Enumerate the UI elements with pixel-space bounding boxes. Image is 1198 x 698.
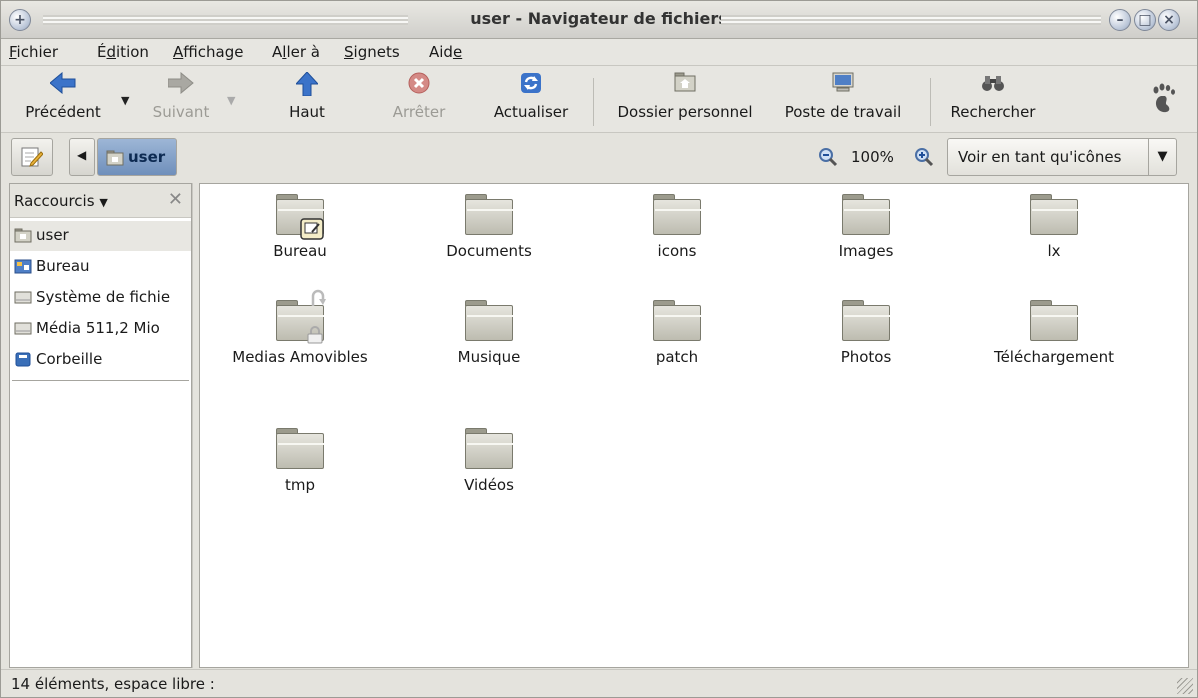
drive-icon bbox=[14, 322, 32, 335]
stop-button[interactable]: Arrêter bbox=[381, 72, 457, 130]
sidebar-item-media[interactable]: Média 511,2 Mio bbox=[10, 314, 191, 344]
menu-edition[interactable]: Édition bbox=[97, 43, 149, 61]
reload-button[interactable]: Actualiser bbox=[484, 72, 578, 130]
sidebar-item-user[interactable]: user bbox=[10, 221, 191, 251]
location-bar: ◀ user 100% Voir en tant qu'icônes ▼ bbox=[1, 133, 1197, 181]
sidebar: Raccourcis ▼ ✕ user Bureau Système de fi… bbox=[9, 183, 192, 668]
folder-icon bbox=[276, 428, 324, 469]
folder-item[interactable]: Vidéos bbox=[399, 422, 579, 522]
forward-button[interactable]: Suivant bbox=[143, 71, 219, 130]
computer-icon bbox=[767, 72, 919, 100]
menu-fichier[interactable]: Fichier bbox=[9, 43, 58, 61]
menu-aller-a[interactable]: Aller à bbox=[272, 43, 320, 61]
home-folder-icon bbox=[106, 150, 124, 166]
home-folder-icon bbox=[605, 72, 765, 100]
folder-icon bbox=[842, 194, 890, 235]
resize-grip-icon[interactable] bbox=[1177, 678, 1193, 694]
up-button[interactable]: Haut bbox=[275, 71, 339, 130]
pane-splitter[interactable] bbox=[192, 183, 199, 668]
sidebar-header: Raccourcis ▼ ✕ bbox=[10, 184, 191, 218]
status-bar: 14 éléments, espace libre : bbox=[1, 669, 1197, 697]
back-arrow-icon bbox=[15, 71, 111, 100]
folder-item[interactable]: tmp bbox=[210, 422, 390, 522]
folder-item[interactable]: Bureau bbox=[210, 188, 390, 288]
desktop-emblem-icon bbox=[300, 218, 324, 240]
forward-history-dropdown[interactable]: ▼ bbox=[227, 94, 235, 107]
chevron-left-icon: ◀ bbox=[77, 148, 87, 162]
folder-icon bbox=[653, 194, 701, 235]
trash-icon bbox=[15, 352, 31, 367]
forward-arrow-icon bbox=[143, 71, 219, 100]
folder-icon bbox=[653, 300, 701, 341]
back-button[interactable]: Précédent bbox=[15, 71, 111, 130]
maximize-icon[interactable]: □ bbox=[1134, 9, 1156, 31]
folder-item[interactable]: icons bbox=[587, 188, 767, 288]
file-manager-window: + user - Navigateur de fichiers – □ × Fi… bbox=[0, 0, 1198, 698]
edit-note-icon bbox=[21, 147, 43, 167]
search-button[interactable]: Rechercher bbox=[941, 72, 1045, 130]
folder-icon bbox=[1030, 300, 1078, 341]
close-icon[interactable]: × bbox=[1158, 9, 1180, 31]
folder-icon bbox=[465, 428, 513, 469]
gnome-foot-icon bbox=[1149, 82, 1177, 114]
breadcrumb-user[interactable]: user bbox=[97, 138, 177, 176]
folder-item[interactable]: Images bbox=[776, 188, 956, 288]
sidebar-item-trash[interactable]: Corbeille bbox=[10, 345, 191, 375]
drive-icon bbox=[14, 291, 32, 304]
folder-item[interactable]: Medias Amovibles bbox=[210, 289, 390, 394]
sidebar-type-select[interactable]: Raccourcis ▼ bbox=[14, 192, 108, 210]
folder-icon bbox=[1030, 194, 1078, 235]
home-button[interactable]: Dossier personnel bbox=[605, 72, 765, 130]
folder-item[interactable]: lx bbox=[964, 188, 1144, 288]
title-bar[interactable]: + user - Navigateur de fichiers – □ × bbox=[1, 1, 1197, 39]
reload-icon bbox=[484, 72, 578, 100]
lock-emblem-icon bbox=[307, 326, 323, 344]
folder-item[interactable]: Documents bbox=[399, 188, 579, 288]
folder-item[interactable]: patch bbox=[587, 294, 767, 394]
menu-bar: Fichier Édition Affichage Aller à Signet… bbox=[1, 39, 1197, 66]
folder-icon bbox=[465, 300, 513, 341]
sidebar-close-icon[interactable]: ✕ bbox=[168, 189, 183, 210]
back-history-dropdown[interactable]: ▼ bbox=[121, 94, 129, 107]
status-text: 14 éléments, espace libre : bbox=[11, 675, 215, 693]
toolbar-separator bbox=[593, 78, 594, 126]
view-mode-select[interactable]: Voir en tant qu'icônes ▼ bbox=[947, 138, 1177, 176]
symlink-emblem-icon bbox=[311, 289, 326, 306]
zoom-out-icon[interactable] bbox=[817, 146, 839, 168]
folder-item[interactable]: Musique bbox=[399, 294, 579, 394]
minimize-icon[interactable]: – bbox=[1109, 9, 1131, 31]
menu-affichage[interactable]: Affichage bbox=[173, 43, 243, 61]
toolbar: Précédent ▼ Suivant ▼ Haut Arrêter Actua… bbox=[1, 66, 1197, 133]
sidebar-item-bureau[interactable]: Bureau bbox=[10, 252, 191, 282]
stop-icon bbox=[381, 72, 457, 100]
computer-button[interactable]: Poste de travail bbox=[767, 72, 919, 130]
menu-aide[interactable]: Aide bbox=[429, 43, 462, 61]
toggle-location-entry-button[interactable] bbox=[11, 138, 53, 176]
desktop-icon bbox=[14, 259, 32, 274]
folder-icon bbox=[465, 194, 513, 235]
title-stripes-right bbox=[721, 15, 1101, 25]
folder-item[interactable]: Photos bbox=[776, 294, 956, 394]
up-arrow-icon bbox=[275, 71, 339, 100]
zoom-in-icon[interactable] bbox=[913, 146, 935, 168]
sidebar-item-filesystem[interactable]: Système de fichie bbox=[10, 283, 191, 313]
folder-icon bbox=[842, 300, 890, 341]
zoom-level[interactable]: 100% bbox=[851, 148, 894, 166]
icon-view[interactable]: Bureau Documents icons Images lx Medias … bbox=[199, 183, 1189, 668]
chevron-down-icon: ▼ bbox=[1148, 139, 1176, 175]
folder-item[interactable]: Téléchargement bbox=[964, 294, 1144, 394]
binoculars-icon bbox=[941, 72, 1045, 100]
menu-signets[interactable]: Signets bbox=[344, 43, 400, 61]
path-scroll-left-button[interactable]: ◀ bbox=[69, 138, 95, 176]
home-folder-icon bbox=[14, 228, 32, 243]
sidebar-separator bbox=[12, 380, 189, 383]
toolbar-separator bbox=[930, 78, 931, 126]
